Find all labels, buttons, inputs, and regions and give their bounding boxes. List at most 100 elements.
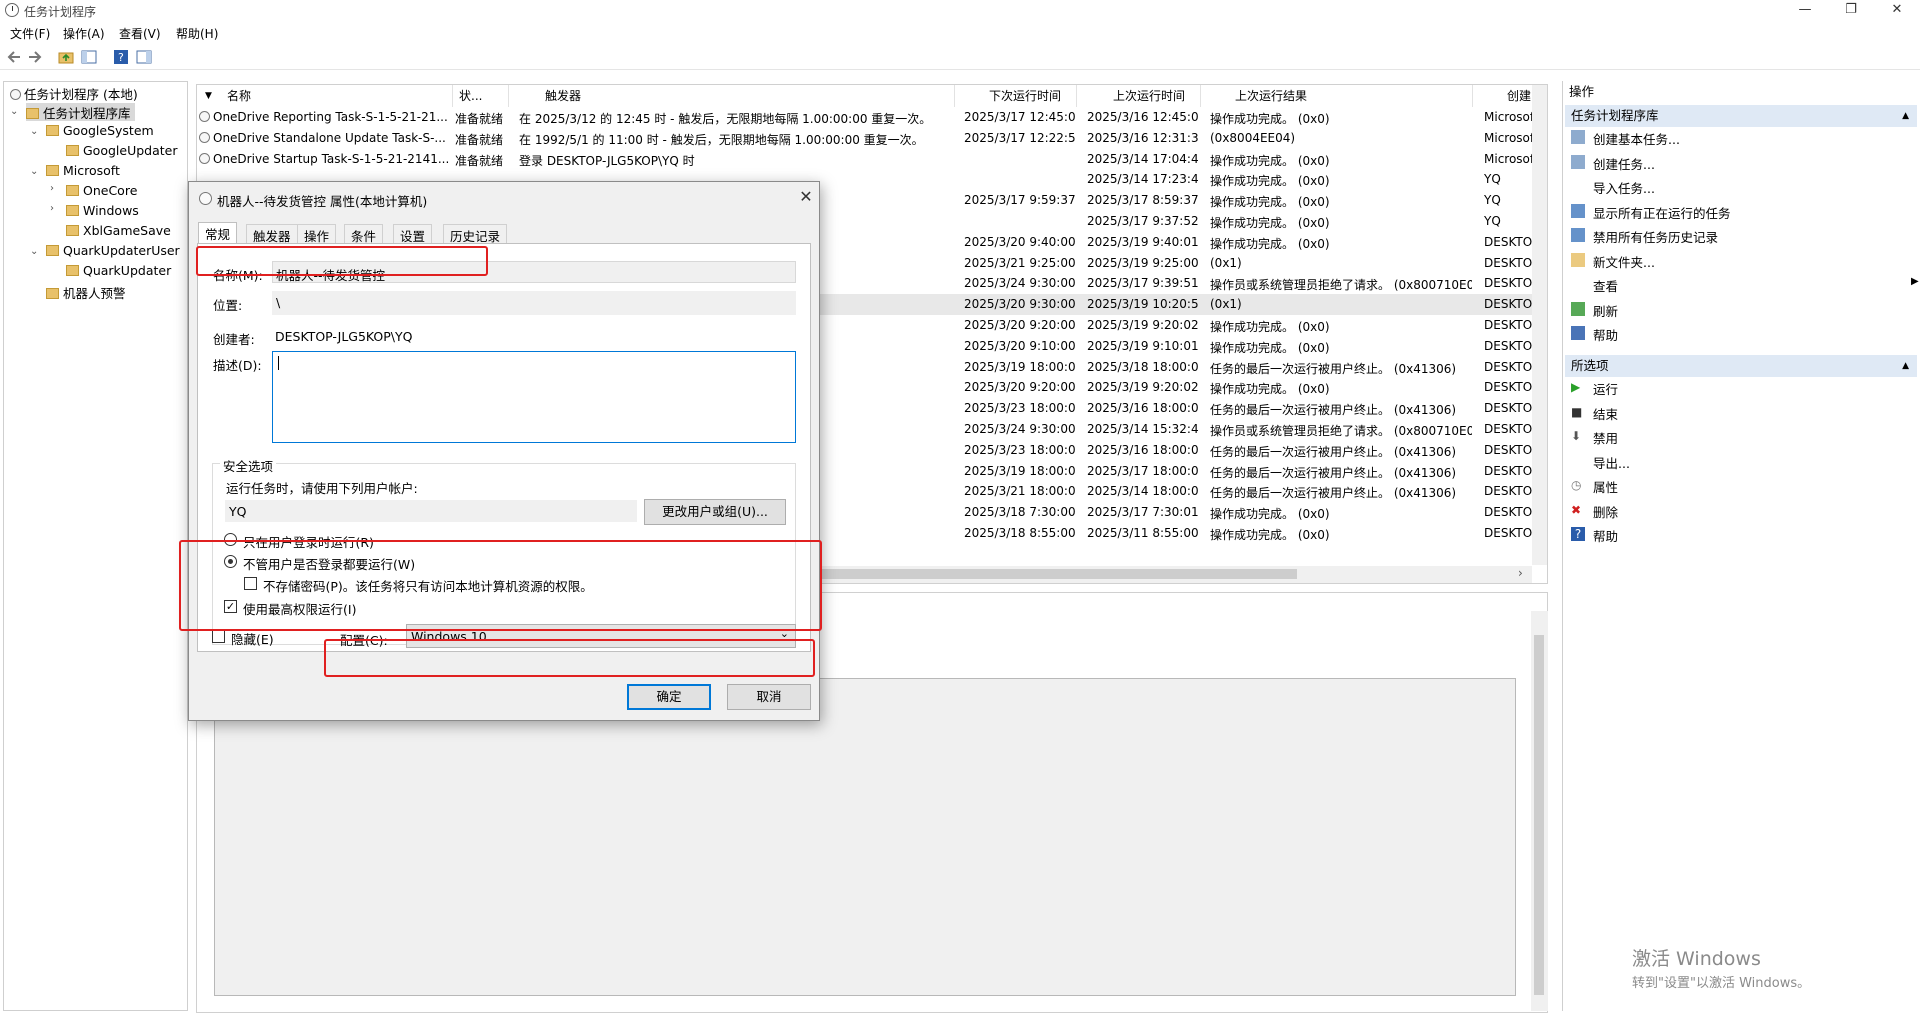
action-create-task[interactable]: 创建任务... [1571,154,1655,173]
close-button[interactable]: ✕ [1874,0,1920,22]
column-header-label: 上次运行时间 [1113,89,1186,103]
action-selected-delete[interactable]: ✖ 删除 [1571,502,1618,521]
tree-item-windows[interactable]: Windows [66,203,139,221]
menu-view[interactable]: 查看(V) [119,25,161,42]
column-header-status[interactable]: 状... [453,85,509,107]
cell-text: 在 2025/3/12 的 12:45 时 - 触发后，无限期地每隔 1.00:… [519,112,932,126]
cell-text: 2025/3/19 9:25:00 [1087,255,1199,270]
tree-root[interactable]: 任务计划程序 (本地) [10,84,138,102]
chevron-right-icon[interactable]: › [50,183,54,194]
hidden-label[interactable]: 隐藏(E) [231,629,274,648]
tree-item-quarkupdater[interactable]: QuarkUpdater [66,263,171,281]
section-label: 任务计划程序库 [1571,108,1659,123]
cell-next: 2025/3/24 9:30:00 [964,276,1076,290]
tree-item-quarkupdateruser[interactable]: QuarkUpdaterUser [46,243,180,261]
folder-icon [66,225,79,236]
cell-result: 操作成功完成。 (0x0) [1210,380,1472,397]
action-disable-history[interactable]: 禁用所有任务历史记录 [1571,227,1718,246]
cell-text: DESKTOP [1484,359,1532,374]
tree-item-library[interactable]: 任务计划程序库 [26,103,135,121]
tab-settings[interactable]: 设置 [393,224,433,244]
tab-triggers[interactable]: 触发器 [246,224,298,244]
menu-file[interactable]: 文件(F) [10,25,50,42]
chevron-down-icon[interactable]: ⌄ [30,126,38,137]
back-icon[interactable] [6,49,22,65]
vertical-scrollbar[interactable] [1532,85,1547,565]
action-refresh[interactable]: 刷新 [1571,301,1618,320]
chevron-down-icon[interactable]: ⌄ [30,246,38,257]
collapse-icon[interactable]: ▲ [1902,105,1909,127]
change-user-button[interactable]: 更改用户或组(U)... [644,499,786,525]
show-hide-console-tree-icon[interactable] [81,49,97,65]
menu-action[interactable]: 操作(A) [63,25,105,42]
tab-general[interactable]: 常规 [198,222,238,244]
action-selected-properties[interactable]: ◷ 属性 [1571,477,1618,496]
cancel-button[interactable]: 取消 [727,684,811,710]
checkbox-hidden[interactable] [212,630,225,643]
column-header-name[interactable]: ▼ 名称 [197,85,453,107]
column-header-last-run[interactable]: 上次运行时间 [1077,85,1201,107]
description-textarea[interactable] [272,351,796,443]
window-title: 任务计划程序 [24,5,97,19]
cell-result: 操作成功完成。 (0x0) [1210,505,1472,522]
chevron-down-icon[interactable]: ⌄ [30,166,38,177]
scroll-right-icon[interactable]: › [1518,566,1523,580]
column-header-next-run[interactable]: 下次运行时间 [955,85,1077,107]
table-row[interactable]: OneDrive Startup Task-S-1-5-21-2141... 准备… [197,149,1547,170]
cell-text: YQ [1484,172,1501,187]
cell-text: 2025/3/18 7:30:00 [964,505,1076,520]
table-row[interactable]: OneDrive Reporting Task-S-1-5-21-21... 准备… [197,107,1547,128]
tree-item-onecore[interactable]: OneCore [66,183,137,201]
action-create-basic-task[interactable]: 创建基本任务... [1571,129,1680,148]
folder-icon [66,205,79,216]
cell-text: 2025/3/19 9:40:01 [1087,234,1199,249]
folder-up-icon[interactable] [58,49,74,65]
collapse-icon[interactable]: ▲ [1902,355,1909,377]
action-new-folder[interactable]: 新文件夹... [1571,252,1655,271]
tree-item-robot-alert[interactable]: 机器人预警 [46,283,126,301]
tab-history[interactable]: 历史记录 [443,224,508,244]
clock-icon [199,192,212,205]
action-label: 结束 [1593,406,1619,422]
tree-item-googlesystem[interactable]: GoogleSystem [46,123,154,141]
column-header-trigger[interactable]: 触发器 [509,85,955,107]
action-show-running[interactable]: 显示所有正在运行的任务 [1571,203,1731,222]
action-help[interactable]: 帮助 [1571,325,1618,344]
folder-icon [26,108,39,119]
action-selected-end[interactable]: ■ 结束 [1571,404,1619,423]
forward-icon[interactable] [27,49,43,65]
show-hide-action-pane-icon[interactable] [136,49,152,65]
action-selected-disable[interactable]: ⬇ 禁用 [1571,428,1618,447]
tree-item-googleupdater[interactable]: GoogleUpdater [66,143,178,161]
tree-item-microsoft[interactable]: Microsoft [46,163,120,181]
tree-item-xblgamesave[interactable]: XblGameSave [66,223,171,241]
table-row[interactable]: OneDrive Standalone Update Task-S-... 准备就… [197,128,1547,149]
cell-author: DESKTOP [1484,484,1532,498]
scroll-thumb[interactable] [1534,635,1544,995]
show-running-icon [1571,203,1585,218]
vertical-scrollbar[interactable] [1531,611,1548,1011]
tab-actions[interactable]: 操作 [297,224,337,244]
task-detail-area [214,678,1516,996]
column-header-last-result[interactable]: 上次运行结果 [1201,85,1473,107]
dialog-title: 机器人--待发货管控 属性(本地计算机) [217,194,428,209]
maximize-button[interactable]: ❐ [1828,0,1874,22]
action-item-2[interactable]: 导入任务... [1593,178,1655,197]
chevron-down-icon[interactable]: ⌄ [10,106,18,117]
menu-help[interactable]: 帮助(H) [176,25,218,42]
help-icon[interactable]: ? [113,49,129,65]
action-selected-help[interactable]: ? 帮助 [1571,526,1618,545]
minimize-button[interactable]: — [1782,0,1828,22]
column-header-author[interactable]: 创建 [1473,85,1533,107]
ok-button[interactable]: 确定 [627,684,711,710]
cell-next: 2025/3/23 18:00:00 [964,443,1076,457]
dialog-close-button[interactable]: ✕ [795,187,817,206]
action-selected-run[interactable]: ▶ 运行 [1571,379,1618,398]
chevron-right-icon[interactable]: › [50,203,54,214]
cell-author: DESKTOP [1484,318,1532,332]
section-selected[interactable]: 所选项 ▲ [1565,355,1917,377]
tab-conditions[interactable]: 条件 [344,224,384,244]
action-item-6[interactable]: 查看 ▶ [1593,276,1919,295]
action-selected-export[interactable]: 导出... [1593,453,1630,472]
section-library[interactable]: 任务计划程序库 ▲ [1565,105,1917,127]
